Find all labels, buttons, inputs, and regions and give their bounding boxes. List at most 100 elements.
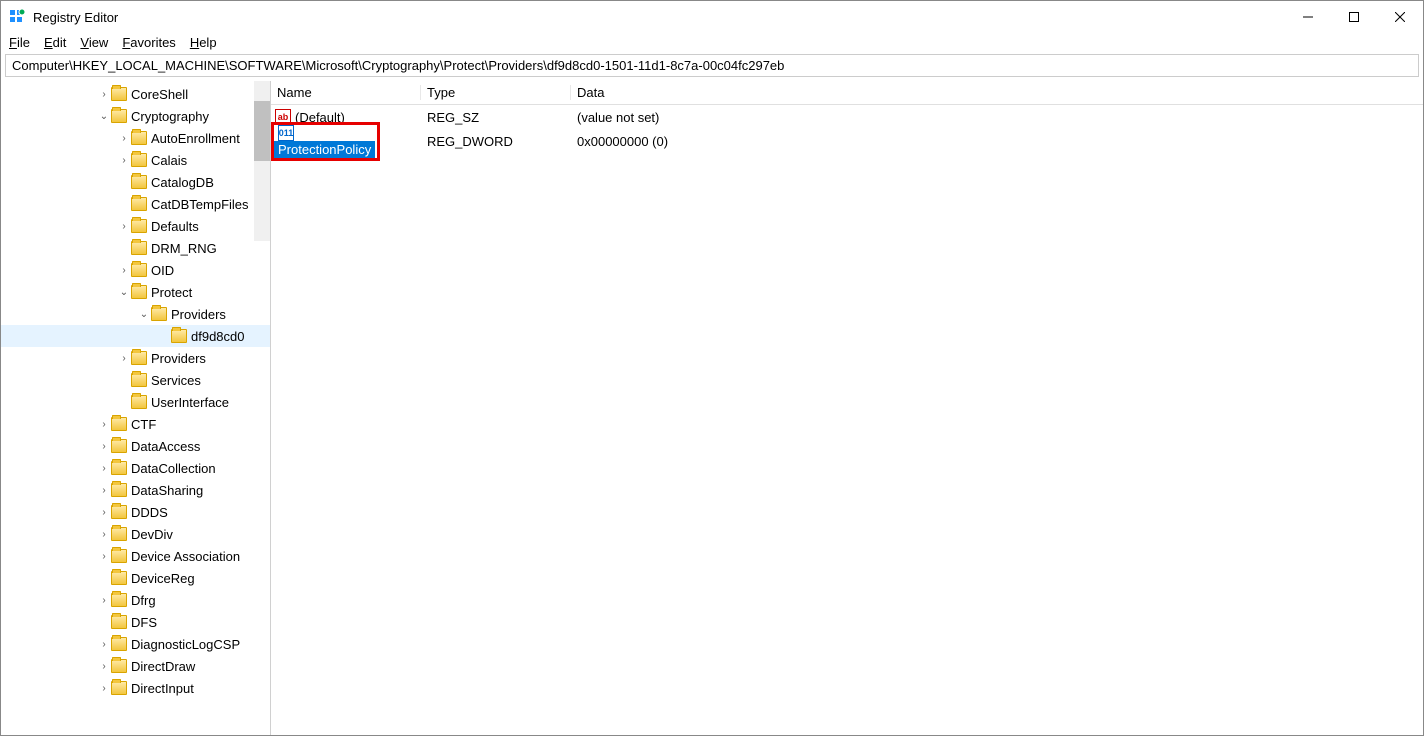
column-name[interactable]: Name — [271, 85, 421, 100]
tree-item[interactable]: DFS — [1, 611, 270, 633]
menu-edit[interactable]: Edit — [44, 35, 66, 50]
tree-item[interactable]: DirectInput — [1, 677, 270, 699]
address-bar[interactable]: Computer\HKEY_LOCAL_MACHINE\SOFTWARE\Mic… — [5, 54, 1419, 77]
menu-file[interactable]: File — [9, 35, 30, 50]
tree-item[interactable]: CTF — [1, 413, 270, 435]
tree-item[interactable]: UserInterface — [1, 391, 270, 413]
folder-icon — [111, 527, 127, 541]
tree-pane[interactable]: CoreShellCryptographyAutoEnrollmentCalai… — [1, 81, 271, 735]
folder-icon — [111, 505, 127, 519]
folder-icon — [111, 681, 127, 695]
chevron-right-icon[interactable] — [97, 639, 111, 650]
tree-item[interactable]: Services — [1, 369, 270, 391]
chevron-down-icon[interactable] — [117, 287, 131, 298]
chevron-right-icon[interactable] — [97, 507, 111, 518]
value-row[interactable]: 011ProtectionPolicyREG_DWORD0x00000000 (… — [271, 129, 1423, 153]
chevron-right-icon[interactable] — [97, 551, 111, 562]
folder-icon — [111, 417, 127, 431]
tree-item[interactable]: Providers — [1, 347, 270, 369]
tree-item-label: CatalogDB — [151, 175, 214, 190]
tree-item[interactable]: Dfrg — [1, 589, 270, 611]
chevron-right-icon[interactable] — [97, 419, 111, 430]
folder-icon — [111, 461, 127, 475]
chevron-right-icon[interactable] — [117, 353, 131, 364]
titlebar: Registry Editor — [1, 1, 1423, 33]
column-type[interactable]: Type — [421, 85, 571, 100]
tree-item-label: Protect — [151, 285, 192, 300]
tree-item[interactable]: DeviceReg — [1, 567, 270, 589]
tree-item[interactable]: DiagnosticLogCSP — [1, 633, 270, 655]
tree-item[interactable]: DirectDraw — [1, 655, 270, 677]
tree-item[interactable]: CatalogDB — [1, 171, 270, 193]
folder-icon — [111, 615, 127, 629]
values-header: Name Type Data — [271, 81, 1423, 105]
tree-item[interactable]: DDDS — [1, 501, 270, 523]
tree-item[interactable]: Providers — [1, 303, 270, 325]
chevron-right-icon[interactable] — [117, 155, 131, 166]
folder-icon — [111, 571, 127, 585]
chevron-right-icon[interactable] — [97, 683, 111, 694]
values-pane[interactable]: Name Type Data ab(Default)REG_SZ(value n… — [271, 81, 1423, 735]
menu-help[interactable]: Help — [190, 35, 217, 50]
folder-icon — [131, 285, 147, 299]
folder-icon — [111, 483, 127, 497]
folder-icon — [111, 659, 127, 673]
folder-icon — [111, 439, 127, 453]
minimize-button[interactable] — [1285, 1, 1331, 33]
tree-item[interactable]: Protect — [1, 281, 270, 303]
chevron-right-icon[interactable] — [117, 221, 131, 232]
folder-icon — [171, 329, 187, 343]
tree-item[interactable]: DataSharing — [1, 479, 270, 501]
folder-icon — [131, 373, 147, 387]
chevron-right-icon[interactable] — [97, 595, 111, 606]
tree-item[interactable]: DRM_RNG — [1, 237, 270, 259]
tree-item[interactable]: Defaults — [1, 215, 270, 237]
folder-icon — [131, 219, 147, 233]
tree-item[interactable]: DevDiv — [1, 523, 270, 545]
folder-icon — [131, 131, 147, 145]
tree-item-label: Services — [151, 373, 201, 388]
column-data[interactable]: Data — [571, 85, 1423, 100]
chevron-right-icon[interactable] — [117, 265, 131, 276]
tree-item[interactable]: Calais — [1, 149, 270, 171]
tree-item[interactable]: df9d8cd0 — [1, 325, 270, 347]
tree-item-label: DirectDraw — [131, 659, 195, 674]
tree-item[interactable]: Device Association — [1, 545, 270, 567]
binary-value-icon: 011 — [278, 125, 294, 141]
chevron-right-icon[interactable] — [117, 133, 131, 144]
value-data: 0x00000000 (0) — [571, 134, 1423, 149]
value-row[interactable]: ab(Default)REG_SZ(value not set) — [271, 105, 1423, 129]
chevron-down-icon[interactable] — [97, 111, 111, 122]
folder-icon — [151, 307, 167, 321]
chevron-right-icon[interactable] — [97, 441, 111, 452]
tree-item-label: DeviceReg — [131, 571, 195, 586]
maximize-button[interactable] — [1331, 1, 1377, 33]
content-area: CoreShellCryptographyAutoEnrollmentCalai… — [1, 81, 1423, 735]
tree-item[interactable]: AutoEnrollment — [1, 127, 270, 149]
folder-icon — [131, 175, 147, 189]
chevron-right-icon[interactable] — [97, 529, 111, 540]
tree-item-label: Defaults — [151, 219, 199, 234]
tree-item[interactable]: CoreShell — [1, 83, 270, 105]
folder-icon — [131, 241, 147, 255]
tree-item[interactable]: DataCollection — [1, 457, 270, 479]
chevron-right-icon[interactable] — [97, 89, 111, 100]
tree-item-label: Providers — [151, 351, 206, 366]
tree-scrollbar-thumb[interactable] — [254, 101, 270, 161]
menu-favorites[interactable]: Favorites — [122, 35, 175, 50]
close-button[interactable] — [1377, 1, 1423, 33]
folder-icon — [131, 351, 147, 365]
tree-item[interactable]: Cryptography — [1, 105, 270, 127]
tree-item[interactable]: DataAccess — [1, 435, 270, 457]
chevron-right-icon[interactable] — [97, 463, 111, 474]
tree-item-label: CatDBTempFiles — [151, 197, 249, 212]
tree-item[interactable]: CatDBTempFiles — [1, 193, 270, 215]
chevron-right-icon[interactable] — [97, 661, 111, 672]
menu-view[interactable]: View — [80, 35, 108, 50]
tree-item-label: df9d8cd0 — [191, 329, 245, 344]
tree-item[interactable]: OID — [1, 259, 270, 281]
chevron-right-icon[interactable] — [97, 485, 111, 496]
chevron-down-icon[interactable] — [137, 309, 151, 320]
value-name: ProtectionPolicy — [274, 141, 375, 158]
tree-item-label: Providers — [171, 307, 226, 322]
